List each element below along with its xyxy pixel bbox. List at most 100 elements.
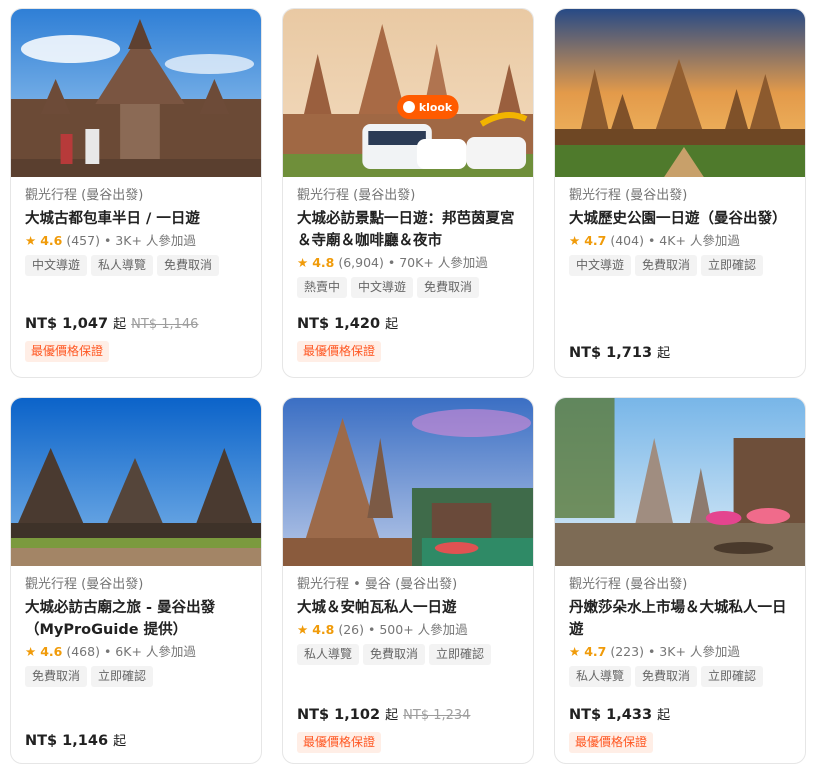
- rating-score: 4.8: [312, 622, 335, 637]
- tour-card-myproguide[interactable]: 觀光行程 (曼谷出發) 大城必訪古廟之旅 - 曼谷出發（MyProGuide 提…: [10, 397, 262, 764]
- tour-photo-floating-market[interactable]: [555, 398, 805, 566]
- original-price: NT$ 1,146: [131, 317, 199, 332]
- tour-photo-blue-sky-stupas[interactable]: [11, 398, 261, 566]
- tag-list: 中文導遊 私人導覽 免費取消: [25, 254, 248, 276]
- tag: 私人導覽: [91, 255, 154, 276]
- rating-row: ★ 4.6 (457) • 3K+ 人參加過: [25, 232, 248, 250]
- tour-title[interactable]: 大城必訪景點一日遊：邦芭茵夏宮＆寺廟＆咖啡廳＆夜市: [297, 208, 520, 252]
- tour-photo-temple-vans[interactable]: klook: [283, 9, 533, 177]
- tag: 立即確認: [701, 255, 764, 276]
- review-count: (6,904): [338, 255, 384, 270]
- tag: 私人導覽: [297, 644, 360, 665]
- best-price-badge: 最優價格保證: [297, 732, 382, 753]
- tag-list: 免費取消 立即確認: [25, 665, 248, 687]
- tour-title[interactable]: 大城古都包車半日 / 一日遊: [25, 208, 248, 230]
- tag: 免費取消: [635, 666, 698, 687]
- rating-row: ★ 4.8 (26) • 500+ 人參加過: [297, 621, 520, 639]
- best-price-badge: 最優價格保證: [297, 341, 382, 362]
- price-from-label: 起: [657, 708, 671, 723]
- tour-title[interactable]: 大城＆安帕瓦私人一日遊: [297, 597, 520, 619]
- price-row: NT$ 1,420 起: [297, 314, 521, 335]
- tag: 中文導遊: [569, 255, 632, 276]
- star-icon: ★: [25, 644, 37, 659]
- tag-list: 中文導遊 免費取消 立即確認: [569, 254, 792, 276]
- tag: 免費取消: [25, 666, 88, 687]
- price-block: NT$ 1,102 起 NT$ 1,234 最優價格保證: [297, 705, 521, 753]
- tour-card-historical-park[interactable]: 觀光行程 (曼谷出發) 大城歷史公園一日遊（曼谷出發） ★ 4.7 (404) …: [554, 8, 806, 378]
- tag: 立即確認: [429, 644, 492, 665]
- price-from-label: 起: [385, 317, 399, 332]
- rating-score: 4.7: [584, 644, 607, 659]
- booked-count: • 500+ 人參加過: [368, 622, 468, 637]
- rating-score: 4.8: [312, 255, 335, 270]
- category-label: 觀光行程 (曼谷出發): [297, 188, 416, 203]
- tour-photo-stupa-market[interactable]: [283, 398, 533, 566]
- rating-row: ★ 4.8 (6,904) • 70K+ 人參加過: [297, 254, 520, 272]
- category-label: 觀光行程 (曼谷出發): [25, 577, 144, 592]
- price-from-label: 起: [113, 734, 127, 749]
- tag: 免費取消: [157, 255, 220, 276]
- price-row: NT$ 1,433 起: [569, 705, 793, 726]
- star-icon: ★: [25, 233, 37, 248]
- rating-row: ★ 4.6 (468) • 6K+ 人參加過: [25, 643, 248, 661]
- tag-list: 熱賣中 中文導遊 免費取消: [297, 276, 520, 298]
- star-icon: ★: [569, 644, 581, 659]
- booked-count: • 70K+ 人參加過: [387, 255, 488, 270]
- price-row: NT$ 1,713 起: [569, 343, 793, 364]
- price: NT$ 1,047: [25, 316, 109, 332]
- star-icon: ★: [297, 255, 309, 270]
- category-label: 觀光行程 (曼谷出發): [569, 188, 688, 203]
- booked-count: • 3K+ 人參加過: [647, 644, 740, 659]
- price-row: NT$ 1,047 起 NT$ 1,146: [25, 314, 249, 335]
- rating-row: ★ 4.7 (223) • 3K+ 人參加過: [569, 643, 792, 661]
- star-icon: ★: [297, 622, 309, 637]
- tour-title[interactable]: 大城歷史公園一日遊（曼谷出發）: [569, 208, 792, 230]
- price: NT$ 1,102: [297, 707, 381, 723]
- rating-score: 4.6: [40, 233, 63, 248]
- best-price-badge: 最優價格保證: [569, 732, 654, 753]
- tour-card-ayutthaya-charter[interactable]: 觀光行程 (曼谷出發) 大城古都包車半日 / 一日遊 ★ 4.6 (457) •…: [10, 8, 262, 378]
- rating-score: 4.6: [40, 644, 63, 659]
- tag-list: 私人導覽 免費取消 立即確認: [297, 643, 520, 665]
- tag: 免費取消: [363, 644, 426, 665]
- svg-text:klook: klook: [419, 101, 453, 114]
- tour-card-amphawa[interactable]: 觀光行程 • 曼谷 (曼谷出發) 大城＆安帕瓦私人一日遊 ★ 4.8 (26) …: [282, 397, 534, 764]
- tour-photo-temple-stairs[interactable]: [11, 9, 261, 177]
- price-row: NT$ 1,102 起 NT$ 1,234: [297, 705, 521, 726]
- tour-title[interactable]: 大城必訪古廟之旅 - 曼谷出發（MyProGuide 提供）: [25, 597, 248, 641]
- review-count: (457): [66, 233, 100, 248]
- best-price-badge: 最優價格保證: [25, 341, 110, 362]
- tour-card-bang-pa-in[interactable]: klook 觀光行程 (曼谷出發) 大城必訪景點一日遊：邦芭茵夏宮＆寺廟＆咖啡廳…: [282, 8, 534, 378]
- rating-score: 4.7: [584, 233, 607, 248]
- booked-count: • 3K+ 人參加過: [103, 233, 196, 248]
- category-label: 觀光行程 (曼谷出發): [25, 188, 144, 203]
- price-block: NT$ 1,420 起 最優價格保證: [297, 314, 521, 362]
- review-count: (223): [610, 644, 644, 659]
- tag: 中文導遊: [351, 277, 414, 298]
- rating-row: ★ 4.7 (404) • 4K+ 人參加過: [569, 232, 792, 250]
- tour-title[interactable]: 丹嫩莎朵水上市場＆大城私人一日遊: [569, 597, 792, 641]
- star-icon: ★: [569, 233, 581, 248]
- category-label: 觀光行程 • 曼谷 (曼谷出發): [297, 577, 458, 592]
- tag: 私人導覽: [569, 666, 632, 687]
- tour-photo-sunset-ruins[interactable]: [555, 9, 805, 177]
- price: NT$ 1,433: [569, 707, 653, 723]
- price: NT$ 1,146: [25, 733, 109, 749]
- review-count: (26): [338, 622, 365, 637]
- price-from-label: 起: [657, 346, 671, 361]
- tag: 熱賣中: [297, 277, 348, 298]
- review-count: (404): [610, 233, 644, 248]
- category-label: 觀光行程 (曼谷出發): [569, 577, 688, 592]
- tag: 中文導遊: [25, 255, 88, 276]
- price-block: NT$ 1,047 起 NT$ 1,146 最優價格保證: [25, 314, 249, 362]
- tag: 立即確認: [91, 666, 154, 687]
- price-row: NT$ 1,146 起: [25, 731, 249, 752]
- price-block: NT$ 1,713 起: [569, 343, 793, 364]
- price-block: NT$ 1,146 起: [25, 731, 249, 752]
- price: NT$ 1,420: [297, 316, 381, 332]
- price-from-label: 起: [385, 708, 399, 723]
- tour-card-damnoen-saduak[interactable]: 觀光行程 (曼谷出發) 丹嫩莎朵水上市場＆大城私人一日遊 ★ 4.7 (223)…: [554, 397, 806, 764]
- original-price: NT$ 1,234: [403, 708, 471, 723]
- tag: 免費取消: [635, 255, 698, 276]
- review-count: (468): [66, 644, 100, 659]
